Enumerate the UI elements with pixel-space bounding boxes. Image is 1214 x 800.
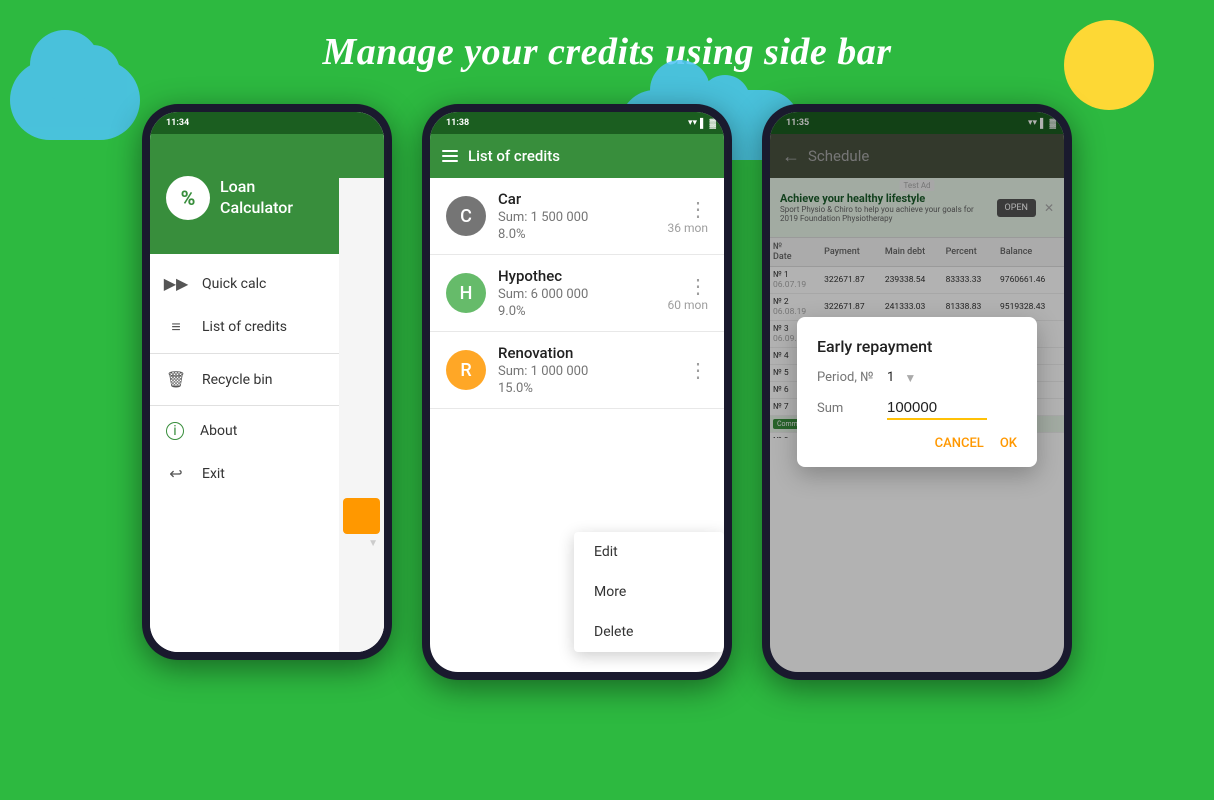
status-icons-center: ▾▾ ▌ ▓ — [688, 118, 716, 129]
orange-button-partial — [343, 498, 380, 534]
context-menu-edit[interactable]: Edit — [574, 532, 724, 572]
context-menu-delete[interactable]: Delete — [574, 612, 724, 652]
period-dropdown-icon[interactable]: ▼ — [904, 371, 916, 385]
dropdown-arrow: ▼ — [368, 538, 378, 549]
context-menu-more[interactable]: More — [574, 572, 724, 612]
dialog-overlay: Early repayment Period, № 1 ▼ Sum CANCEL — [770, 112, 1064, 672]
time-left: 11:34 — [166, 118, 189, 128]
main-heading: Manage your credits using side bar — [0, 0, 1214, 74]
credit-more-hypothec[interactable]: ⋮ — [688, 274, 708, 298]
period-field: Period, № 1 ▼ — [817, 370, 1017, 385]
credits-list: C Car Sum: 1 500 000 8.0% ⋮ 36 mon — [430, 178, 724, 409]
exit-icon: ↩ — [166, 464, 186, 483]
cancel-button[interactable]: CANCEL — [935, 432, 984, 455]
sum-label: Sum — [817, 401, 877, 416]
battery-icon-c: ▓ — [709, 118, 716, 129]
phones-row: 11:34 ▾▾ ▌ ▓ % Loan Calculato — [0, 104, 1214, 680]
credit-rate-car: 8.0% — [498, 227, 668, 242]
phone-center-screen: 11:38 ▾▾ ▌ ▓ List of credits — [430, 112, 724, 672]
credit-more-renovation[interactable]: ⋮ — [688, 358, 708, 382]
period-value: 1 — [887, 370, 894, 385]
credit-item-car[interactable]: C Car Sum: 1 500 000 8.0% ⋮ 36 mon — [430, 178, 724, 255]
credit-sum-hypothec: Sum: 6 000 000 — [498, 287, 668, 302]
credit-sum-car: Sum: 1 500 000 — [498, 210, 668, 225]
hamburger-menu-button[interactable] — [442, 150, 458, 162]
phone-center: 11:38 ▾▾ ▌ ▓ List of credits — [422, 104, 732, 680]
info-icon: i — [166, 422, 184, 440]
loan-calc-name: Loan Calculator — [220, 177, 293, 219]
credit-sum-renovation: Sum: 1 000 000 — [498, 364, 680, 379]
ok-button[interactable]: OK — [1000, 432, 1017, 455]
context-menu: Edit More Delete — [574, 532, 724, 652]
dialog-buttons: CANCEL OK — [817, 432, 1017, 455]
loan-calc-icon: % — [166, 176, 210, 220]
credit-more-car[interactable]: ⋮ — [688, 197, 708, 221]
sum-input[interactable] — [887, 397, 987, 420]
time-center: 11:38 — [446, 118, 469, 128]
credit-rate-renovation: 15.0% — [498, 381, 680, 396]
partial-main-content: ▼ — [339, 112, 384, 652]
dialog-title: Early repayment — [817, 337, 1017, 356]
credit-item-hypothec[interactable]: H Hypothec Sum: 6 000 000 9.0% ⋮ 60 mon — [430, 255, 724, 332]
credit-info-hypothec: Hypothec Sum: 6 000 000 9.0% — [498, 267, 668, 319]
wifi-icon-c: ▾▾ — [688, 118, 697, 128]
credit-avatar-hypothec: H — [446, 273, 486, 313]
status-bar-center: 11:38 ▾▾ ▌ ▓ — [430, 112, 724, 134]
phone-left: 11:34 ▾▾ ▌ ▓ % Loan Calculato — [142, 104, 392, 660]
credit-info-car: Car Sum: 1 500 000 8.0% — [498, 190, 668, 242]
credit-avatar-renovation: R — [446, 350, 486, 390]
recycle-bin-icon: 🗑 — [166, 370, 186, 389]
early-repayment-dialog: Early repayment Period, № 1 ▼ Sum CANCEL — [797, 317, 1037, 467]
sum-field: Sum — [817, 397, 1017, 420]
app-bar-center: List of credits — [430, 134, 724, 178]
list-of-credits-title: List of credits — [468, 147, 560, 165]
phone-right: 11:35 ▾▾ ▌ ▓ ← Schedule Test Ad Achieve … — [762, 104, 1072, 680]
period-label: Period, № — [817, 370, 877, 385]
fast-forward-icon: ▶▶ — [166, 274, 186, 293]
credit-rate-hypothec: 9.0% — [498, 304, 668, 319]
credit-item-renovation[interactable]: R Renovation Sum: 1 000 000 15.0% ⋮ — [430, 332, 724, 409]
phone-right-screen: 11:35 ▾▾ ▌ ▓ ← Schedule Test Ad Achieve … — [770, 112, 1064, 672]
phone-left-screen: 11:34 ▾▾ ▌ ▓ % Loan Calculato — [150, 112, 384, 652]
credit-info-renovation: Renovation Sum: 1 000 000 15.0% — [498, 344, 680, 396]
drawer-logo: % Loan Calculator — [166, 176, 368, 220]
signal-icon-c: ▌ — [700, 118, 706, 129]
credit-avatar-car: C — [446, 196, 486, 236]
sun-decoration — [1064, 20, 1154, 110]
list-icon: ≡ — [166, 317, 186, 337]
